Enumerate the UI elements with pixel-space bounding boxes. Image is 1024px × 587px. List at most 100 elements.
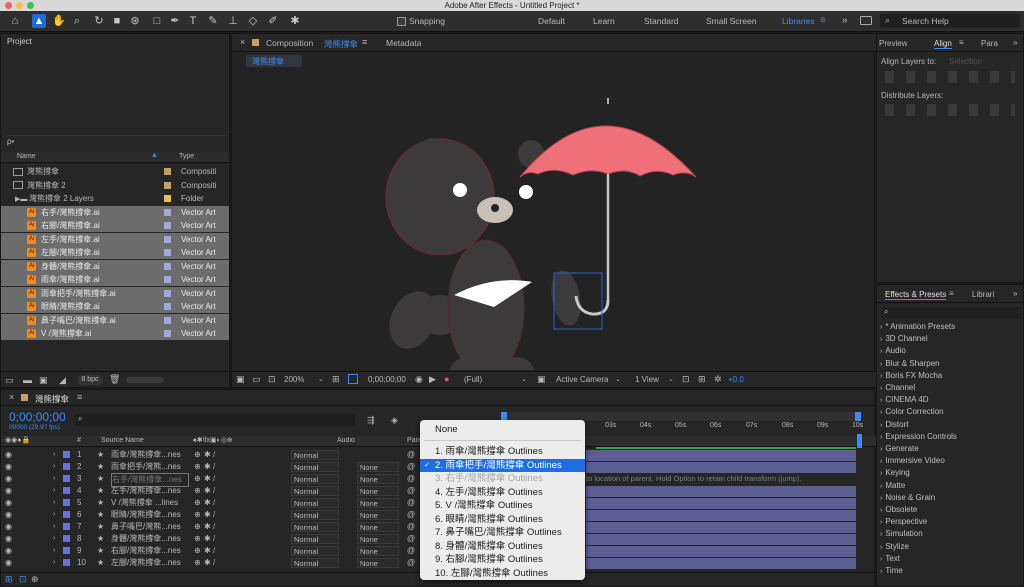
effect-category[interactable]: › CINEMA 4D	[880, 394, 1020, 406]
chevron-right-icon[interactable]: ›	[53, 557, 55, 569]
label-color-swatch[interactable]	[164, 235, 171, 243]
blend-mode-dropdown[interactable]: Normal	[291, 486, 339, 496]
fast-preview-icon[interactable]: ▣	[537, 374, 546, 385]
reset-exposure-icon[interactable]: ✲	[714, 374, 722, 385]
chevron-right-icon[interactable]: ›	[53, 533, 55, 545]
layer-duration-bar[interactable]	[586, 546, 856, 557]
draft-3d-icon[interactable]: ◈	[391, 415, 398, 426]
chevron-right-icon[interactable]: ›	[53, 461, 55, 473]
layer-duration-bar[interactable]	[586, 450, 856, 461]
parent-dropdown[interactable]: None	[357, 474, 399, 484]
effect-category[interactable]: › Blur & Sharpen	[880, 358, 1020, 370]
shy-icon[interactable]: ⊕	[194, 509, 201, 521]
eye-icon[interactable]: ◉	[5, 545, 12, 557]
blend-mode-dropdown[interactable]: Normal	[291, 558, 339, 568]
chevron-right-icon[interactable]: ›	[53, 509, 55, 521]
snapshot-icon[interactable]: ◉	[415, 374, 423, 385]
roto-brush-tool-icon[interactable]: ✐	[266, 14, 280, 28]
workspace-standard[interactable]: Standard	[644, 16, 679, 26]
collapse-icon[interactable]: ✱	[204, 449, 211, 461]
project-item[interactable]: Ai 眼睛/灣熊撐傘.ai Vector Art	[1, 300, 229, 313]
tab-paragraph[interactable]: Para	[981, 39, 998, 48]
shy-icon[interactable]: ⊕	[194, 497, 201, 509]
navigator-end-handle[interactable]	[855, 412, 861, 421]
tab-libraries[interactable]: Librari	[972, 290, 994, 299]
pick-whip-icon[interactable]: @	[407, 509, 415, 521]
parent-menu-item[interactable]: 7. 鼻子嘴巴/灣熊撐傘 Outlines	[420, 526, 585, 539]
parent-dropdown[interactable]: None	[357, 534, 399, 544]
transparency-grid-icon[interactable]	[348, 374, 358, 384]
effect-category[interactable]: › Keying	[880, 467, 1020, 479]
chevron-right-icon[interactable]: ›	[53, 485, 55, 497]
project-item[interactable]: 灣熊撐傘 Compositi	[1, 165, 229, 178]
project-item[interactable]: Ai 左手/灣熊撐傘.ai Vector Art	[1, 232, 229, 246]
snapping-checkbox[interactable]	[397, 17, 406, 26]
effect-category[interactable]: › Distort	[880, 419, 1020, 431]
label-color-swatch[interactable]	[63, 475, 70, 482]
eraser-tool-icon[interactable]: ◇	[246, 14, 260, 28]
workspace-learn[interactable]: Learn	[593, 16, 615, 26]
effect-category[interactable]: › Channel	[880, 382, 1020, 394]
layer-source-name[interactable]: 身體/灣熊撐傘...nes	[111, 533, 189, 545]
effect-category[interactable]: › Generate	[880, 443, 1020, 455]
parent-dropdown[interactable]: None	[357, 558, 399, 568]
workspace-libraries[interactable]: Libraries	[782, 16, 815, 26]
shy-icon[interactable]: ⊕	[194, 449, 201, 461]
project-item[interactable]: ▶▬ 灣熊撐傘 2 Layers Folder	[1, 192, 229, 205]
quality-icon[interactable]: /	[213, 533, 215, 545]
composition-viewer[interactable]	[232, 70, 876, 370]
label-color-swatch[interactable]	[63, 487, 70, 494]
layer-source-name[interactable]: 雨傘/灣熊撐傘...nes	[111, 449, 189, 461]
parent-menu-item[interactable]: 8. 身體/灣熊撐傘 Outlines	[420, 540, 585, 553]
label-color-swatch[interactable]	[63, 463, 70, 470]
blend-mode-dropdown[interactable]: Normal	[291, 474, 339, 484]
collapse-icon[interactable]: ✱	[204, 461, 211, 473]
shy-icon[interactable]: ⊕	[194, 533, 201, 545]
zoom-tool-icon[interactable]: ⌕	[70, 14, 84, 28]
parent-menu-item[interactable]: 10. 左腳/灣熊撐傘 Outlines	[420, 567, 585, 580]
label-color-swatch[interactable]	[63, 535, 70, 542]
parent-menu-item[interactable]: 6. 眼睛/灣熊撐傘 Outlines	[420, 513, 585, 526]
parent-dropdown[interactable]: None	[357, 462, 399, 472]
label-color-swatch[interactable]	[164, 303, 171, 310]
effect-category[interactable]: › Obsolete	[880, 504, 1020, 516]
pick-whip-icon[interactable]: @	[407, 545, 415, 557]
layer-duration-bar[interactable]	[586, 558, 856, 569]
rotation-tool-icon[interactable]: ↻	[92, 14, 106, 28]
label-color-swatch[interactable]	[164, 249, 171, 256]
effect-category[interactable]: › Noise & Grain	[880, 492, 1020, 504]
viewer-timecode[interactable]: 0;00;00;00	[368, 375, 406, 384]
home-icon[interactable]: ⌂	[8, 14, 22, 28]
zoom-dropdown[interactable]: 200%	[284, 375, 304, 384]
composition-tab-name[interactable]: 灣熊撐傘	[324, 38, 358, 50]
chevron-right-icon[interactable]: ›	[53, 449, 55, 461]
blend-mode-dropdown[interactable]: Normal	[291, 498, 339, 508]
quality-icon[interactable]: /	[213, 557, 215, 569]
pick-whip-icon[interactable]: @	[407, 533, 415, 545]
chevron-right-icon[interactable]: ›	[53, 545, 55, 557]
workspace-overflow-icon[interactable]: »	[842, 15, 848, 26]
parent-menu-item[interactable]: 1. 雨傘/灣熊撐傘 Outlines	[420, 445, 585, 458]
blend-mode-dropdown[interactable]: Normal	[291, 546, 339, 556]
tab-align[interactable]: Align	[934, 39, 952, 49]
layer-source-name[interactable]: 左手/灣熊撐傘...nes	[111, 485, 189, 497]
quality-icon[interactable]: /	[213, 461, 215, 473]
shy-icon[interactable]: ⊕	[194, 473, 201, 485]
sync-settings-icon[interactable]	[860, 16, 872, 25]
effect-category[interactable]: › Matte	[880, 480, 1020, 492]
workspace-small-screen[interactable]: Small Screen	[706, 16, 757, 26]
chevron-right-icon[interactable]: ›	[53, 521, 55, 533]
align-buttons[interactable]	[885, 71, 1015, 83]
parent-menu-item[interactable]: 4. 左手/灣熊撐傘 Outlines	[420, 486, 585, 499]
project-item[interactable]: Ai V /灣熊撐傘.ai Vector Art	[1, 327, 229, 340]
pick-whip-icon[interactable]: @	[407, 497, 415, 509]
chevron-right-icon[interactable]: ›	[53, 473, 55, 485]
label-color-swatch[interactable]	[63, 547, 70, 554]
new-folder-icon[interactable]: ▬	[23, 375, 32, 385]
tab-overflow-icon[interactable]: »	[1013, 38, 1017, 47]
effect-category[interactable]: › Color Correction	[880, 406, 1020, 418]
label-color-swatch[interactable]	[164, 289, 171, 297]
parent-dropdown[interactable]: None	[357, 546, 399, 556]
collapse-icon[interactable]: ✱	[204, 521, 211, 533]
timeline-tab-name[interactable]: 灣熊撐傘	[35, 393, 69, 405]
